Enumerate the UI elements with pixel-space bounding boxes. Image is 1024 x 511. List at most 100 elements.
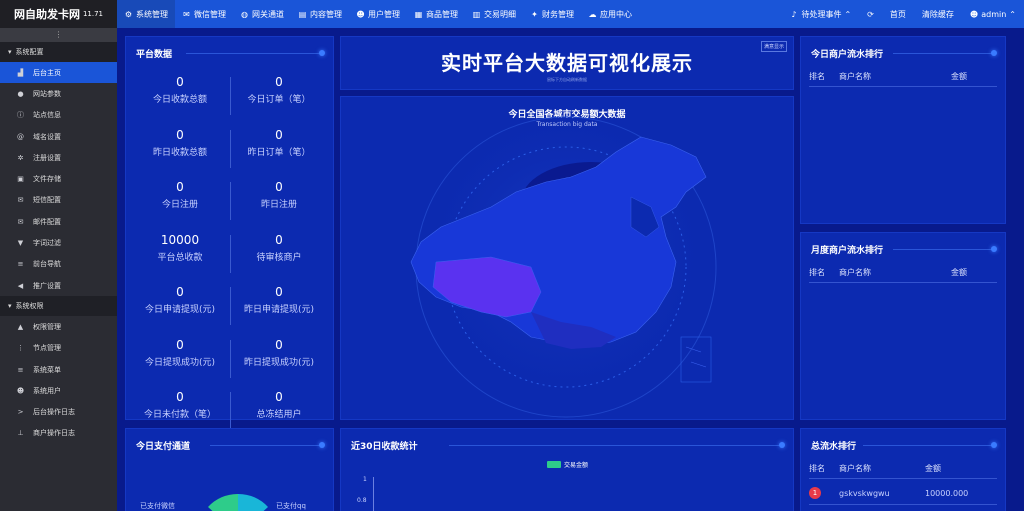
topnav-item[interactable]: ◍ 网关通道 [233, 0, 291, 28]
total-rank-panel: 总流水排行 排名 商户名称 金额 1 gskvskwgwu 10000.000 [800, 428, 1006, 511]
col-name: 商户名称 [839, 464, 871, 473]
sidebar-item[interactable]: ✲ 注册设置 [0, 147, 117, 168]
title-divider [893, 53, 993, 54]
stat-card: 0 昨日注册 [231, 180, 327, 210]
sidebar-item[interactable]: ≡ 系统菜单 [0, 359, 117, 380]
china-map[interactable] [341, 97, 794, 420]
dots-icon: ⋮ [17, 344, 24, 353]
legend-swatch [547, 461, 561, 468]
refresh-button[interactable]: ⟳ [859, 10, 882, 19]
sidebar-item[interactable]: > 后台操作日志 [0, 401, 117, 422]
sidebar-item[interactable]: ⊥ 商户操作日志 [0, 423, 117, 444]
topnav-item[interactable]: ▤ 内容管理 [291, 0, 349, 28]
topnav-item[interactable]: ✉ 微信管理 [175, 0, 233, 28]
col-rank: 排名 [809, 72, 825, 81]
sidebar-group-system-config[interactable]: ▾ 系统配置 [0, 42, 117, 62]
stat-label: 今日未付款（笔） [143, 410, 216, 420]
stat-card: 0 今日申请提现(元) [132, 285, 228, 315]
stat-label: 今日订单（笔） [247, 95, 311, 105]
at-icon: @ [17, 132, 24, 141]
topnav-item[interactable]: ☁ 应用中心 [581, 0, 639, 28]
revenue-30d-panel: 近30日收款统计 交易金额 1 0.8 [340, 428, 794, 511]
chevron-up-icon: ⌃ [844, 9, 852, 19]
topnav-item[interactable]: ☻ 用户管理 [349, 0, 407, 28]
chart-legend[interactable]: 交易金额 [547, 460, 588, 469]
top-nav: ⚙ 系统管理 ✉ 微信管理 ◍ 网关通道 ▤ 内容管理 ☻ 用户管理 ▦ 商品管理 ▥ 交易明细 ✦ 财务管理… [117, 0, 639, 28]
stat-value: 0 [176, 180, 184, 194]
topnav-item[interactable]: ▦ 商品管理 [407, 0, 465, 28]
stat-label: 平台总收款 [157, 252, 203, 263]
home-link[interactable]: 首页 [882, 9, 914, 20]
sidebar-item-label: 商户操作日志 [33, 429, 75, 438]
sidebar-item[interactable]: ▲ 权限管理 [0, 316, 117, 337]
sidebar-item-label: 短信配置 [33, 196, 61, 205]
sidebar-item[interactable]: ● 网站参数 [0, 83, 117, 104]
finance-icon: ✦ [531, 9, 538, 19]
sidebar-group-system-permission[interactable]: ▾ 系统权限 [0, 296, 117, 317]
sidebar-item-label: 邮件配置 [33, 217, 61, 226]
sidebar-item[interactable]: ✉ 邮件配置 [0, 211, 117, 232]
panel-title: 月度商户流水排行 [811, 246, 884, 256]
area-chart-icon: ▟ [17, 68, 24, 77]
sidebar-item[interactable]: ▟ 后台主页 [0, 62, 117, 84]
stat-value: 0 [275, 232, 283, 247]
panel-title: 今日商户流水排行 [811, 50, 884, 60]
sidebar-item-label: 后台操作日志 [33, 408, 75, 417]
pending-events-button[interactable]: ♪ 待处理事件 ⌃ [781, 9, 859, 20]
sidebar-item-label: 域名设置 [33, 132, 61, 141]
pin-icon: ⊥ [17, 429, 24, 438]
stat-card: 0 今日未付款（笔） [132, 390, 228, 420]
sidebar-item[interactable]: ✉ 短信配置 [0, 190, 117, 211]
stat-card: 0 昨日提现成功(元) [231, 338, 327, 368]
sidebar-item[interactable]: ▣ 文件存储 [0, 168, 117, 189]
sidebar-item[interactable]: @ 域名设置 [0, 126, 117, 147]
pie-slice-qq[interactable] [238, 493, 268, 511]
table-row[interactable]: 1 gskvskwgwu 10000.000 [809, 483, 997, 505]
top-right-actions: ♪ 待处理事件 ⌃ ⟳ 首页 清除缓存 ☻ admin ⌃ [781, 0, 1024, 28]
topnav-item[interactable]: ✦ 财务管理 [523, 0, 581, 28]
sidebar-item[interactable]: ≡ 前台导航 [0, 254, 117, 275]
col-amount: 金额 [951, 268, 967, 277]
topnav-label: 应用中心 [600, 9, 632, 19]
pie-slice-wechat[interactable] [208, 493, 238, 511]
sidebar-collapse-button[interactable]: ⋮ [0, 28, 117, 42]
cog-icon: ✲ [17, 153, 24, 162]
topnav-item[interactable]: ⚙ 系统管理 [117, 0, 175, 28]
stat-card: 0 今日提现成功(元) [132, 338, 228, 368]
stat-value: 0 [176, 285, 184, 299]
clear-cache-button[interactable]: 清除缓存 [914, 9, 962, 20]
title-dot [991, 50, 997, 56]
sidebar-item[interactable]: ▼ 字词过滤 [0, 232, 117, 253]
stat-label: 昨日收款总额 [152, 147, 207, 158]
bell-icon: ♪ [791, 9, 797, 19]
stat-card: 0 总冻结用户 [231, 390, 327, 420]
user-menu[interactable]: ☻ admin ⌃ [962, 10, 1024, 19]
fullscreen-badge[interactable]: 满意显示 [760, 41, 787, 52]
sidebar-item[interactable]: ◀ 推广设置 [0, 275, 117, 296]
title-dot [991, 442, 997, 448]
chevron-up-icon: ⌃ [1009, 9, 1016, 19]
stat-label: 昨日注册 [260, 200, 297, 210]
sidebar-item-label: 字词过滤 [33, 239, 61, 248]
chart-icon: ▥ [472, 9, 481, 19]
sidebar-item[interactable]: ☻ 系统用户 [0, 380, 117, 401]
topnav-label: 系统管理 [136, 9, 168, 19]
brand-logo[interactable]: 网自助发卡网 11.71 [0, 0, 117, 28]
title-divider [449, 445, 781, 446]
sidebar-item[interactable]: ⓘ 站点信息 [0, 105, 117, 126]
stat-card: 0 今日收款总额 [132, 75, 228, 105]
topnav-label: 微信管理 [194, 9, 226, 19]
y-axis-line [373, 477, 374, 511]
stat-label: 昨日申请提现(元) [243, 305, 315, 315]
title-dot [319, 50, 325, 56]
topnav-item[interactable]: ▥ 交易明细 [465, 0, 523, 28]
col-name: 商户名称 [839, 268, 871, 277]
stat-card: 0 待审核商户 [231, 233, 327, 263]
sidebar-item[interactable]: ⋮ 节点管理 [0, 338, 117, 359]
pay-pie-chart[interactable] [126, 429, 334, 511]
title-divider [186, 53, 321, 54]
platform-data-panel: 平台数据 0 今日收款总额 0 今日订单（笔） 0 昨日收款总额 0 昨日订单（笔） 0 今日注册… [125, 36, 334, 430]
stat-label: 昨日提现成功(元) [243, 357, 315, 368]
lock-icon: ▲ [17, 322, 24, 331]
sidebar-item-label: 系统菜单 [33, 365, 61, 374]
